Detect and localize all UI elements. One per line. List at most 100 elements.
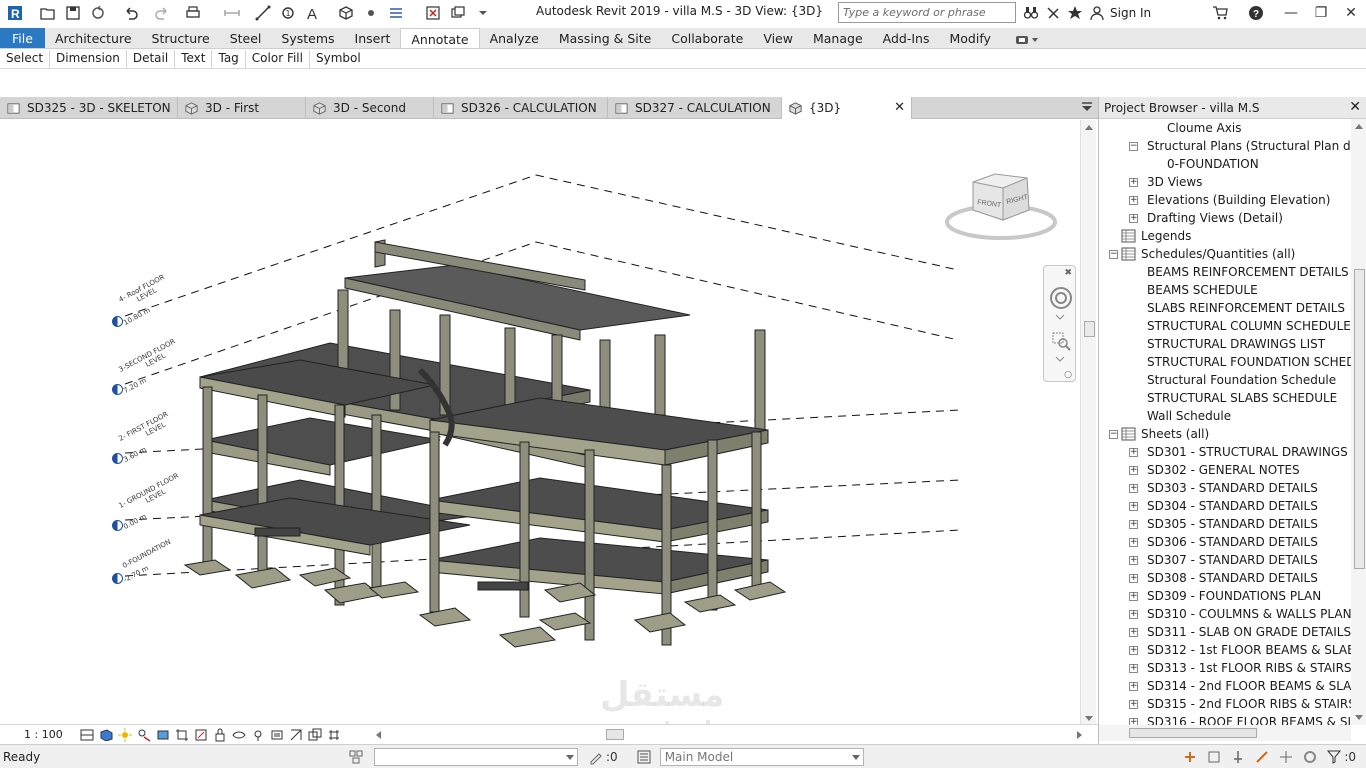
tag-by-category-icon[interactable]: 1: [277, 2, 299, 24]
close-tab-icon[interactable]: ✕: [894, 100, 905, 115]
close-icon[interactable]: ✕: [1336, 0, 1366, 26]
view-tab-sd326[interactable]: SD326 - CALCULATION: [434, 97, 608, 119]
expand-icon[interactable]: +: [1129, 646, 1138, 655]
undo-icon[interactable]: [120, 2, 142, 24]
collapse-icon[interactable]: −: [1109, 430, 1118, 439]
render-icon[interactable]: [154, 727, 172, 743]
tab-systems[interactable]: Systems: [271, 28, 344, 48]
scroll-thumb[interactable]: [1129, 728, 1257, 738]
scroll-thumb[interactable]: [1354, 269, 1365, 569]
browser-tree-item[interactable]: SLABS REINFORCEMENT DETAILS: [1099, 299, 1351, 317]
level-head-icon[interactable]: [112, 316, 123, 327]
expand-icon[interactable]: +: [1129, 214, 1138, 223]
browser-horizontal-scrollbar[interactable]: [1099, 725, 1351, 741]
restore-icon[interactable]: ❐: [1306, 0, 1336, 26]
scroll-up-arrow-icon[interactable]: [1085, 125, 1093, 130]
tab-massing-site[interactable]: Massing & Site: [549, 28, 662, 48]
tab-modify[interactable]: Modify: [939, 28, 1000, 48]
browser-tree-item[interactable]: + SD312 - 1st FLOOR BEAMS & SLABS: [1099, 641, 1351, 659]
panel-tag[interactable]: Tag: [212, 50, 246, 68]
browser-tree-item[interactable]: STRUCTURAL FOUNDATION SCHEDUL: [1099, 353, 1351, 371]
browser-tree-item[interactable]: + SD303 - STANDARD DETAILS: [1099, 479, 1351, 497]
default-3d-view-icon[interactable]: [335, 2, 357, 24]
worksets-icon[interactable]: [346, 748, 366, 766]
view-tab-sd327[interactable]: SD327 - CALCULATION: [608, 97, 782, 119]
expand-icon[interactable]: +: [1129, 538, 1138, 547]
browser-tree-item[interactable]: + SD310 - COULMNS & WALLS PLAN: [1099, 605, 1351, 623]
tab-collaborate[interactable]: Collaborate: [661, 28, 753, 48]
expand-icon[interactable]: +: [1129, 556, 1138, 565]
scroll-left-arrow-icon[interactable]: [376, 731, 381, 739]
open-icon[interactable]: [37, 2, 59, 24]
view-tab-3d-second[interactable]: 3D - Second: [306, 97, 434, 119]
navbar-options-icon[interactable]: ○: [1064, 370, 1072, 380]
visual-style-icon[interactable]: [97, 727, 115, 743]
reveal-constraints-icon[interactable]: [325, 727, 343, 743]
tab-steel[interactable]: Steel: [220, 28, 272, 48]
close-icon[interactable]: ✕: [1349, 99, 1361, 115]
tab-structure[interactable]: Structure: [142, 28, 220, 48]
help-icon[interactable]: ?: [1245, 2, 1267, 24]
browser-tree-item[interactable]: BEAMS REINFORCEMENT DETAILS: [1099, 263, 1351, 281]
select-links-icon[interactable]: [1180, 748, 1200, 766]
level-head-icon[interactable]: [112, 520, 123, 531]
tab-view[interactable]: View: [753, 28, 803, 48]
chevron-down-icon[interactable]: [1055, 314, 1065, 320]
scroll-down-arrow-icon[interactable]: [1355, 715, 1363, 720]
browser-tree-item[interactable]: STRUCTURAL COLUMN SCHEDULE: [1099, 317, 1351, 335]
browser-tree-item[interactable]: Cloume Axis: [1099, 119, 1351, 137]
minimize-icon[interactable]: —: [1276, 0, 1306, 26]
expand-icon[interactable]: +: [1129, 520, 1138, 529]
tab-file[interactable]: File: [0, 28, 45, 48]
browser-tree-item[interactable]: + SD309 - FOUNDATIONS PLAN: [1099, 587, 1351, 605]
browser-tree-item[interactable]: + SD311 - SLAB ON GRADE DETAILS: [1099, 623, 1351, 641]
view-tab-sd325[interactable]: SD325 - 3D - SKELETON: [0, 97, 178, 119]
collapse-icon[interactable]: −: [1109, 250, 1118, 259]
lock-3d-view-icon[interactable]: [211, 727, 229, 743]
detail-level-icon[interactable]: [78, 727, 96, 743]
expand-icon[interactable]: +: [1129, 682, 1138, 691]
tab-architecture[interactable]: Architecture: [45, 28, 142, 48]
view-tab-3d-default[interactable]: {3D} ✕: [782, 97, 912, 119]
collapse-icon[interactable]: −: [1129, 142, 1138, 151]
canvas-horizontal-scrollbar[interactable]: [374, 729, 1084, 741]
sign-in-link[interactable]: Sign In: [1110, 6, 1151, 20]
browser-tree-item[interactable]: STRUCTURAL SLABS SCHEDULE: [1099, 389, 1351, 407]
sun-path-icon[interactable]: [116, 727, 134, 743]
panel-dimension[interactable]: Dimension: [50, 50, 127, 68]
expand-icon[interactable]: +: [1129, 466, 1138, 475]
browser-tree-item[interactable]: + SD316 - ROOF FLOOR BEAMS & SLABS: [1099, 713, 1351, 725]
browser-tree-item[interactable]: STRUCTURAL DRAWINGS LIST: [1099, 335, 1351, 353]
expand-icon[interactable]: +: [1129, 592, 1138, 601]
level-head-icon[interactable]: [112, 573, 123, 584]
chevron-down-icon[interactable]: [1055, 356, 1065, 362]
expand-icon[interactable]: +: [1129, 448, 1138, 457]
expand-icon[interactable]: +: [1129, 718, 1138, 725]
expand-icon[interactable]: +: [1129, 628, 1138, 637]
temporary-view-properties-icon[interactable]: [268, 727, 286, 743]
tab-insert[interactable]: Insert: [345, 28, 401, 48]
panel-color-fill[interactable]: Color Fill: [246, 50, 310, 68]
browser-tree-item[interactable]: + SD301 - STRUCTURAL DRAWINGS LIST: [1099, 443, 1351, 461]
design-option-select[interactable]: Main Model: [659, 747, 864, 766]
scroll-thumb[interactable]: [1084, 321, 1095, 337]
browser-tree-item[interactable]: − Sheets (all): [1099, 425, 1351, 443]
print-icon[interactable]: [182, 2, 204, 24]
show-crop-icon[interactable]: [192, 727, 210, 743]
browser-vertical-scrollbar[interactable]: [1351, 119, 1366, 725]
scroll-thumb[interactable]: [606, 729, 624, 740]
browser-tree-item[interactable]: + SD313 - 1st FLOOR RIBS & STAIRS DET: [1099, 659, 1351, 677]
browser-tree-item[interactable]: −Structural Plans (Structural Plan down: [1099, 137, 1351, 155]
switch-windows-icon[interactable]: [447, 2, 469, 24]
canvas-vertical-scrollbar[interactable]: [1080, 120, 1096, 726]
browser-tree-item[interactable]: + Elevations (Building Elevation): [1099, 191, 1351, 209]
panel-detail[interactable]: Detail: [127, 50, 176, 68]
browser-tree-item[interactable]: + SD308 - STANDARD DETAILS: [1099, 569, 1351, 587]
navbar-close-icon[interactable]: ✖: [1064, 268, 1072, 278]
expand-icon[interactable]: +: [1129, 178, 1138, 187]
editable-only-icon[interactable]: [586, 748, 606, 766]
redo-icon[interactable]: [151, 2, 173, 24]
close-hidden-windows-icon[interactable]: [422, 2, 444, 24]
browser-tree-item[interactable]: +3D Views: [1099, 173, 1351, 191]
scroll-down-arrow-icon[interactable]: [1085, 716, 1093, 721]
